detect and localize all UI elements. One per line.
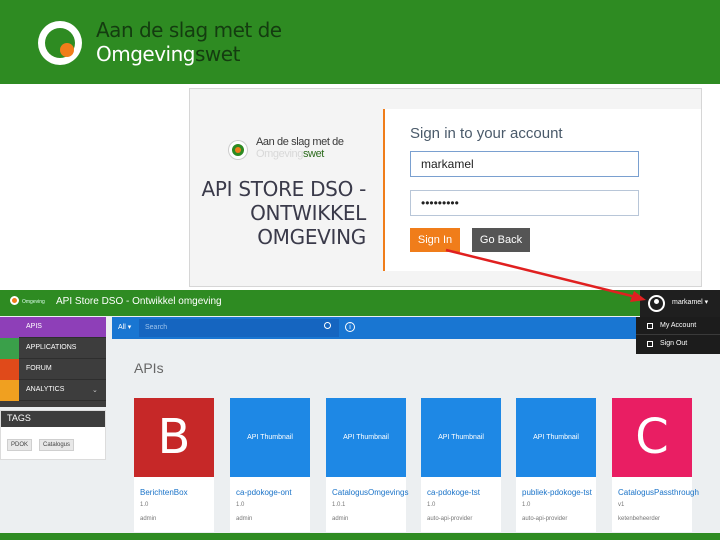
store-header: Omgeving API Store DSO - Ontwikkel omgev… — [0, 290, 720, 318]
chevron-down-icon: ⌄ — [92, 387, 98, 394]
sidebar-item-label: APPLICATIONS — [26, 344, 77, 351]
api-thumbnail: B — [134, 398, 214, 477]
tag-catalogus[interactable]: Catalogus — [39, 439, 75, 451]
user-name: markamel ▾ — [672, 299, 709, 306]
api-name[interactable]: CatalogusPassthrough — [618, 488, 699, 497]
sidebar: APIS APPLICATIONS FORUM ANALYTICS ⌄ — [0, 317, 106, 407]
api-name[interactable]: CatalogusOmgevings — [332, 488, 408, 497]
login-screenshot: Aan de slag met de Omgevingswet API STOR… — [189, 88, 702, 287]
password-field[interactable]: ••••••••• — [410, 190, 639, 216]
analytics-icon — [0, 380, 19, 401]
api-name[interactable]: ca-pdokoge-ont — [236, 488, 292, 497]
user-dropdown: My Account Sign Out — [636, 317, 720, 354]
applications-icon — [0, 338, 19, 359]
apis-heading: APIs — [134, 360, 164, 376]
tags-panel: TAGS PDOK Catalogus — [0, 410, 106, 460]
mini-logo — [229, 141, 247, 159]
api-owner: admin — [332, 516, 349, 522]
api-owner: ketenbeheerder — [618, 516, 661, 522]
api-owner: admin — [236, 516, 253, 522]
login-branding-panel: Aan de slag met de Omgevingswet API STOR… — [190, 89, 380, 286]
api-version: 1.0 — [427, 502, 436, 508]
search-filter-dropdown[interactable]: All ▾ — [118, 323, 131, 331]
banner-title-word-omgeving: Omgeving — [96, 42, 196, 66]
store-logo-icon — [10, 296, 19, 305]
api-card-ca-pdokoge-tst[interactable]: API Thumbnail ca-pdokoge-tst 1.0 auto-ap… — [421, 398, 501, 532]
menu-item-my-account-label: My Account — [660, 322, 697, 329]
api-card-berichtenbox[interactable]: B BerichtenBox 1.0 admin — [134, 398, 214, 532]
sidebar-item-forum[interactable]: FORUM — [0, 359, 106, 380]
api-thumbnail: API Thumbnail — [326, 398, 406, 477]
top-banner: Aan de slag met de Omgevingswet — [0, 0, 720, 84]
menu-item-sign-out[interactable]: Sign Out — [636, 335, 720, 353]
api-name[interactable]: publiek-pdokoge-tst — [522, 488, 592, 497]
search-icon[interactable] — [324, 322, 331, 329]
user-avatar-icon — [648, 295, 665, 312]
search-bar: All ▾ Search i — [112, 317, 636, 339]
menu-item-sign-out-label: Sign Out — [660, 340, 688, 347]
tag-pdok[interactable]: PDOK — [7, 439, 33, 451]
sidebar-item-label: ANALYTICS — [26, 386, 65, 393]
store-logo-text: Omgeving — [22, 299, 45, 305]
signin-button[interactable]: Sign In — [410, 228, 460, 252]
tags-title: TAGS — [1, 411, 105, 427]
api-name[interactable]: BerichtenBox — [140, 488, 188, 497]
banner-title-line1: Aan de slag met de — [96, 18, 282, 42]
menu-item-my-account[interactable]: My Account — [636, 317, 720, 335]
api-store-screenshot: Omgeving API Store DSO - Ontwikkel omgev… — [0, 290, 720, 540]
search-input[interactable]: Search — [139, 319, 339, 337]
slide: Aan de slag met de Omgevingswet Aan de s… — [0, 0, 720, 540]
api-name[interactable]: ca-pdokoge-tst — [427, 488, 480, 497]
api-version: 1.0.1 — [332, 502, 346, 508]
mini-brand-omgeving: Omgeving — [256, 148, 303, 160]
api-card-cataloguspassthrough[interactable]: C CatalogusPassthrough v1 ketenbeheerder — [612, 398, 699, 532]
sidebar-item-applications[interactable]: APPLICATIONS — [0, 338, 106, 359]
api-version: v1 — [618, 502, 625, 508]
sign-out-icon — [647, 341, 653, 347]
api-card-catalogusomgevings[interactable]: API Thumbnail CatalogusOmgevings 1.0.1 a… — [326, 398, 408, 532]
api-thumbnail: API Thumbnail — [230, 398, 310, 477]
api-store-title: API STORE DSO - ONTWIKKEL OMGEVING — [201, 177, 367, 249]
sidebar-item-label: FORUM — [26, 365, 52, 372]
apis-icon — [0, 317, 19, 338]
sidebar-item-apis[interactable]: APIS — [0, 317, 106, 338]
mini-brand: Aan de slag met de Omgevingswet — [256, 136, 344, 160]
api-thumbnail: C — [612, 398, 692, 477]
store-title: API Store DSO - Ontwikkel omgeving — [56, 296, 222, 307]
sidebar-item-label: APIS — [26, 323, 42, 330]
api-version: 1.0 — [236, 502, 245, 508]
api-thumbnail: API Thumbnail — [421, 398, 501, 477]
user-menu-button[interactable]: markamel ▾ — [640, 290, 720, 318]
api-version: 1.0 — [140, 502, 149, 508]
api-thumbnail: API Thumbnail — [516, 398, 596, 477]
bottom-bar — [0, 533, 720, 540]
api-owner: auto-api-provider — [427, 516, 473, 522]
forum-icon — [0, 359, 19, 380]
mini-brand-swet: swet — [302, 148, 324, 160]
api-owner: admin — [140, 516, 157, 522]
banner-title-word-swet: swet — [195, 42, 240, 66]
go-back-button[interactable]: Go Back — [472, 228, 530, 252]
info-icon[interactable]: i — [345, 322, 355, 332]
api-card-publiek-pdokoge-tst[interactable]: API Thumbnail publiek-pdokoge-tst 1.0 au… — [516, 398, 596, 532]
api-owner: auto-api-provider — [522, 516, 568, 522]
username-field[interactable]: markamel — [410, 151, 639, 177]
api-version: 1.0 — [522, 502, 531, 508]
banner-title: Aan de slag met de Omgevingswet — [96, 18, 282, 66]
gear-icon — [647, 323, 653, 329]
sidebar-item-analytics[interactable]: ANALYTICS ⌄ — [0, 380, 106, 401]
omgevingswet-logo — [38, 21, 82, 65]
api-card-ca-pdokoge-ont[interactable]: API Thumbnail ca-pdokoge-ont 1.0 admin — [230, 398, 310, 532]
signin-heading: Sign in to your account — [410, 125, 563, 142]
mini-brand-line1: Aan de slag met de — [256, 136, 344, 148]
